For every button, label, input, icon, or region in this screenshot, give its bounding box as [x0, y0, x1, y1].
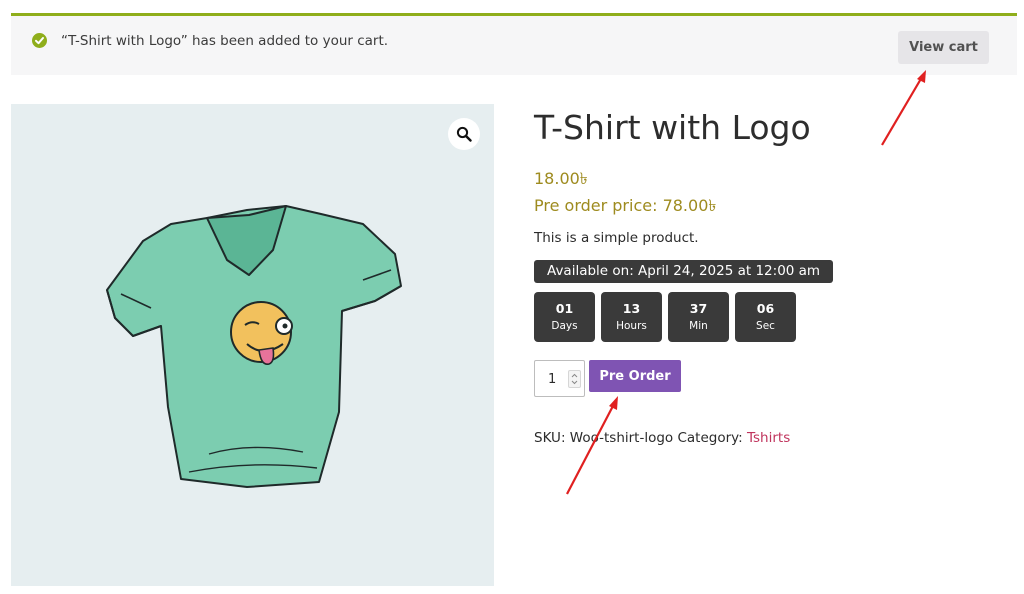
tshirt-image — [106, 205, 402, 488]
product-title: T-Shirt with Logo — [534, 108, 811, 147]
availability-badge: Available on: April 24, 2025 at 12:00 am — [534, 260, 834, 283]
product-meta: SKU: Woo-tshirt-logo Category: Tshirts — [534, 430, 790, 446]
sku-value: Woo-tshirt-logo — [569, 430, 674, 446]
countdown-label: Hours — [616, 320, 647, 332]
magnifier-icon — [456, 126, 472, 142]
product-price: 18.00৳ — [534, 169, 588, 188]
countdown-hours: 13 Hours — [601, 292, 662, 342]
category-link[interactable]: Tshirts — [747, 430, 790, 446]
countdown-value: 06 — [756, 301, 775, 316]
cart-notice-message: “T-Shirt with Logo” has been added to yo… — [61, 33, 389, 49]
check-circle-icon — [32, 33, 47, 48]
arrow-to-view-cart — [881, 70, 926, 146]
countdown-seconds: 06 Sec — [735, 292, 796, 342]
sku-label: SKU: — [534, 430, 566, 446]
countdown-minutes: 37 Min — [668, 292, 729, 342]
quantity-spinner[interactable] — [568, 370, 581, 388]
countdown-value: 01 — [555, 301, 574, 316]
category-label: Category: — [677, 430, 743, 446]
quantity-input[interactable]: 1 — [534, 360, 585, 397]
zoom-button[interactable] — [448, 118, 480, 150]
preorder-price: Pre order price: 78.00৳ — [534, 196, 717, 215]
cart-notice: “T-Shirt with Logo” has been added to yo… — [11, 13, 1017, 75]
product-description: This is a simple product. — [534, 230, 699, 246]
countdown-label: Days — [551, 320, 578, 332]
pre-order-button[interactable]: Pre Order — [589, 360, 681, 392]
product-gallery[interactable] — [11, 104, 494, 586]
view-cart-button[interactable]: View cart — [898, 31, 989, 64]
countdown-value: 37 — [689, 301, 708, 316]
countdown-label: Sec — [756, 320, 775, 332]
countdown-days: 01 Days — [534, 292, 595, 342]
countdown-label: Min — [689, 320, 708, 332]
quantity-value: 1 — [548, 372, 557, 387]
countdown-value: 13 — [622, 301, 641, 316]
